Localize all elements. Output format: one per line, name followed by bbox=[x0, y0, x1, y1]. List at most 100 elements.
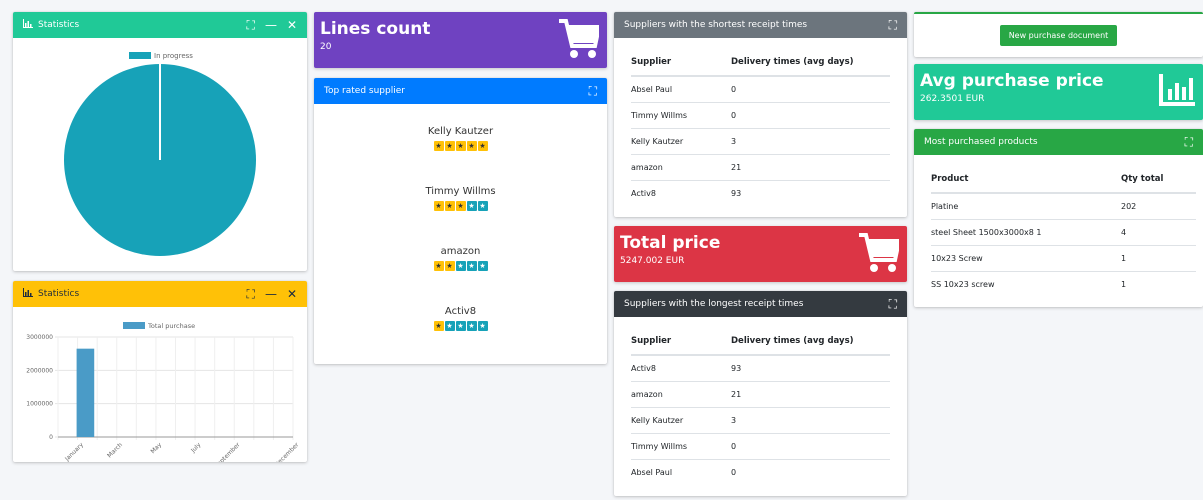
star-rating: ★ ★ ★ ★ ★ bbox=[433, 261, 488, 271]
cell-days: 0 bbox=[731, 433, 890, 460]
top-rated-supplier-title: Top rated supplier bbox=[324, 86, 405, 96]
supplier-rating-item: Timmy Willms ★ ★ ★ ★ ★ bbox=[314, 186, 607, 211]
cell-supplier: Absel Paul bbox=[631, 76, 731, 103]
chart-icon bbox=[23, 288, 33, 300]
bar bbox=[76, 348, 95, 437]
table-row: Timmy Willms 0 bbox=[631, 102, 890, 129]
cell-days: 93 bbox=[731, 355, 890, 382]
supplier-name: Kelly Kautzer bbox=[427, 126, 494, 137]
supplier-name: Activ8 bbox=[444, 306, 477, 317]
cell-days: 3 bbox=[731, 407, 890, 434]
table-row: Absel Paul 0 bbox=[631, 76, 890, 103]
cell-days: 21 bbox=[731, 381, 890, 408]
star-icon: ★ bbox=[444, 201, 455, 211]
column-header-product: Product bbox=[931, 165, 1121, 194]
most-purchased-card: Most purchased products ⛶ Product Qty to… bbox=[914, 129, 1203, 307]
lines-count-box: Lines count 20 bbox=[314, 12, 607, 68]
longest-receipt-card: Suppliers with the longest receipt times… bbox=[614, 291, 907, 496]
table-row: amazon 21 bbox=[631, 154, 890, 181]
x-tick-label: December bbox=[273, 441, 300, 462]
table-row: Activ8 93 bbox=[631, 355, 890, 382]
avg-price-box: Avg purchase price 262.3501 EUR bbox=[914, 64, 1203, 120]
minimize-icon[interactable]: — bbox=[265, 288, 277, 300]
cell-supplier: Timmy Willms bbox=[631, 433, 731, 460]
table-row: SS 10x23 screw 1 bbox=[931, 271, 1196, 297]
statistics-pie-header: Statistics ⛶ — ✕ bbox=[13, 12, 307, 38]
new-purchase-document-button[interactable]: New purchase document bbox=[999, 25, 1118, 46]
star-icon: ★ bbox=[455, 201, 466, 211]
minimize-icon[interactable]: — bbox=[265, 19, 277, 31]
longest-receipt-table: Supplier Delivery times (avg days) Activ… bbox=[631, 327, 890, 485]
new-purchase-card: New purchase document bbox=[914, 12, 1203, 57]
expand-icon[interactable]: ⛶ bbox=[889, 19, 897, 31]
supplier-rating-item: Activ8 ★ ★ ★ ★ ★ bbox=[314, 306, 607, 331]
table-row: Platine 202 bbox=[931, 193, 1196, 220]
expand-icon[interactable]: ⛶ bbox=[889, 298, 897, 310]
x-tick-label: January bbox=[63, 441, 85, 462]
close-icon[interactable]: ✕ bbox=[287, 288, 297, 300]
statistics-bar-title: Statistics bbox=[38, 289, 80, 299]
x-tick-label: May bbox=[149, 441, 163, 455]
cart-icon bbox=[859, 232, 902, 277]
cell-supplier: Kelly Kautzer bbox=[631, 128, 731, 155]
table-row: amazon 21 bbox=[631, 381, 890, 408]
table-row: Kelly Kautzer 3 bbox=[631, 128, 890, 155]
y-tick-label: 1000000 bbox=[26, 401, 53, 408]
supplier-rating-item: Kelly Kautzer ★ ★ ★ ★ ★ bbox=[314, 126, 607, 151]
shortest-receipt-card: Suppliers with the shortest receipt time… bbox=[614, 12, 907, 217]
x-tick-label: March bbox=[106, 441, 124, 459]
longest-receipt-header: Suppliers with the longest receipt times… bbox=[614, 291, 907, 317]
star-icon: ★ bbox=[444, 141, 455, 151]
star-rating: ★ ★ ★ ★ ★ bbox=[433, 321, 488, 331]
column-header-delivery: Delivery times (avg days) bbox=[731, 327, 890, 356]
table-row: Kelly Kautzer 3 bbox=[631, 407, 890, 434]
cell-supplier: Absel Paul bbox=[631, 467, 673, 477]
cell-qty: 202 bbox=[1121, 193, 1196, 220]
cell-supplier: Timmy Willms bbox=[631, 102, 731, 129]
expand-icon[interactable]: ⛶ bbox=[247, 19, 255, 31]
cell-days: 21 bbox=[731, 154, 890, 181]
bar-chart-icon bbox=[1159, 74, 1195, 109]
longest-receipt-title: Suppliers with the longest receipt times bbox=[624, 299, 804, 309]
cell-days: 93 bbox=[731, 188, 742, 198]
table-row: Absel Paul 0 bbox=[631, 459, 890, 485]
column-header-supplier: Supplier bbox=[631, 48, 731, 77]
pie-chart: In progress bbox=[64, 52, 256, 256]
top-rated-supplier-header: Top rated supplier ⛶ bbox=[314, 78, 607, 104]
statistics-pie-title: Statistics bbox=[38, 20, 80, 30]
cell-days: 0 bbox=[731, 102, 890, 129]
star-icon: ★ bbox=[444, 261, 455, 271]
column-header-supplier: Supplier bbox=[631, 327, 731, 356]
close-icon[interactable]: ✕ bbox=[287, 19, 297, 31]
cell-qty: 4 bbox=[1121, 219, 1196, 246]
total-price-box: Total price 5247.002 EUR bbox=[614, 226, 907, 282]
most-purchased-title: Most purchased products bbox=[924, 137, 1038, 147]
cell-supplier: amazon bbox=[631, 154, 731, 181]
shortest-receipt-table: Supplier Delivery times (avg days) Absel… bbox=[631, 48, 890, 206]
star-icon: ★ bbox=[477, 141, 488, 151]
star-rating: ★ ★ ★ ★ ★ bbox=[433, 201, 488, 211]
column-header-delivery: Delivery times (avg days) bbox=[731, 48, 890, 77]
shortest-receipt-title: Suppliers with the shortest receipt time… bbox=[624, 20, 808, 30]
y-tick-label: 2000000 bbox=[26, 367, 53, 374]
expand-icon[interactable]: ⛶ bbox=[589, 85, 597, 97]
cell-supplier: Kelly Kautzer bbox=[631, 407, 731, 434]
top-rated-supplier-card: Top rated supplier ⛶ Kelly Kautzer ★ ★ ★ ★ ★ T… bbox=[314, 78, 607, 364]
star-icon: ★ bbox=[433, 261, 444, 271]
supplier-rating-item: amazon ★ ★ ★ ★ ★ bbox=[314, 246, 607, 271]
cart-icon bbox=[559, 18, 602, 63]
table-row: Activ8 93 bbox=[631, 180, 890, 206]
supplier-name: Timmy Willms bbox=[425, 186, 496, 197]
star-icon: ★ bbox=[433, 201, 444, 211]
star-icon: ★ bbox=[455, 141, 466, 151]
star-icon: ★ bbox=[455, 321, 466, 331]
cell-supplier: Activ8 bbox=[631, 188, 656, 198]
table-row: 10x23 Screw 1 bbox=[931, 245, 1196, 272]
y-tick-label: 0 bbox=[49, 434, 53, 441]
top-rated-list: Kelly Kautzer ★ ★ ★ ★ ★ Timmy Willms ★ ★ ★ ★ ★ amazo… bbox=[314, 104, 607, 364]
star-icon: ★ bbox=[477, 261, 488, 271]
table-row: steel Sheet 1500x3000x8 14 bbox=[931, 219, 1196, 246]
cell-days: 0 bbox=[731, 76, 890, 103]
expand-icon[interactable]: ⛶ bbox=[1185, 136, 1193, 148]
expand-icon[interactable]: ⛶ bbox=[247, 288, 255, 300]
